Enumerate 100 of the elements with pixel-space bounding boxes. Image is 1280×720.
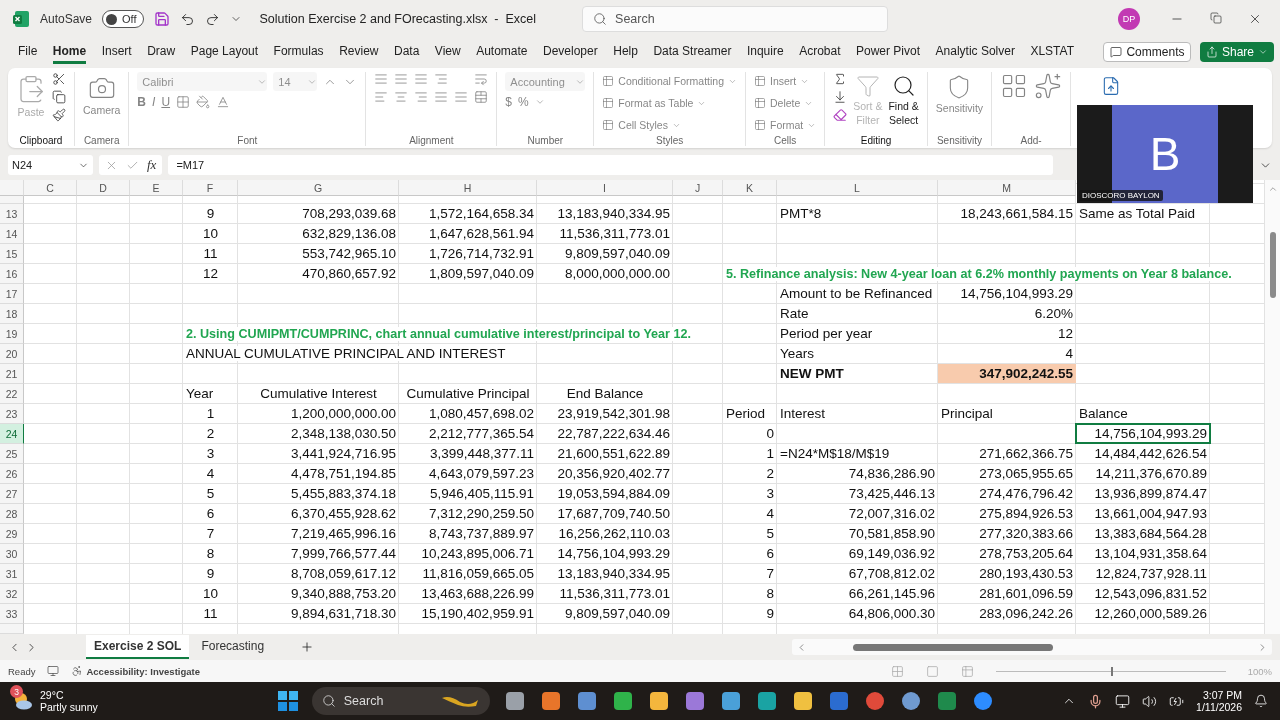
cell-text[interactable]: Year bbox=[186, 386, 214, 401]
cell[interactable]: 8,708,059,617.12 bbox=[238, 564, 399, 583]
ribbon-tab[interactable]: Analytic Solver bbox=[935, 40, 1015, 64]
ribbon-tab[interactable]: View bbox=[434, 40, 461, 64]
row-number[interactable]: 32 bbox=[0, 584, 24, 604]
row-number[interactable]: 31 bbox=[0, 564, 24, 584]
cell[interactable]: 4 bbox=[723, 504, 777, 523]
search-field[interactable]: Search bbox=[582, 6, 889, 32]
cell-text[interactable]: Balance bbox=[1079, 406, 1128, 421]
row-number[interactable]: 22 bbox=[0, 384, 24, 404]
ribbon-tab[interactable]: Help bbox=[613, 40, 638, 64]
cell[interactable]: 13,936,899,874.47 bbox=[1076, 484, 1210, 503]
cell[interactable]: 69,149,036.92 bbox=[777, 544, 938, 563]
cell[interactable]: 8,743,737,889.97 bbox=[399, 524, 537, 543]
cell[interactable]: 12 bbox=[938, 324, 1076, 343]
cell[interactable]: 72,007,316.02 bbox=[777, 504, 938, 523]
brush-icon[interactable] bbox=[52, 108, 66, 122]
clock-time[interactable]: 3:07 PM bbox=[1202, 689, 1242, 701]
row-number[interactable]: 21 bbox=[0, 364, 24, 384]
cell[interactable]: 3 bbox=[183, 444, 238, 463]
ribbon-tab[interactable]: Data Streamer bbox=[653, 40, 732, 64]
formula-field[interactable]: =M17 bbox=[168, 155, 1054, 175]
cell-text[interactable]: Rate bbox=[780, 306, 809, 321]
notification-icon[interactable] bbox=[1254, 694, 1268, 708]
cell[interactable]: 2 bbox=[723, 464, 777, 483]
cell[interactable]: 20,356,920,402.77 bbox=[537, 464, 673, 483]
column-header[interactable]: C bbox=[24, 180, 77, 196]
column-header[interactable]: J bbox=[673, 180, 723, 196]
cell[interactable]: 12,543,096,831.52 bbox=[1076, 584, 1210, 603]
cell[interactable]: 2 bbox=[183, 424, 238, 443]
cell[interactable]: 14,211,376,670.89 bbox=[1076, 464, 1210, 483]
font-color-icon[interactable] bbox=[216, 95, 231, 109]
microphone-icon[interactable] bbox=[1088, 693, 1104, 709]
row-number[interactable]: 27 bbox=[0, 484, 24, 504]
taskbar-app-icon[interactable] bbox=[863, 690, 886, 712]
column-header[interactable]: H bbox=[399, 180, 537, 196]
cell[interactable]: 13,183,940,334.95 bbox=[537, 564, 673, 583]
cell[interactable]: 5,946,405,115.91 bbox=[399, 484, 537, 503]
row-number[interactable]: 25 bbox=[0, 444, 24, 464]
cell[interactable]: 64,806,000.30 bbox=[777, 604, 938, 623]
cell[interactable]: 13,183,940,334.95 bbox=[537, 204, 673, 223]
cell[interactable]: 70,581,858.90 bbox=[777, 524, 938, 543]
borders-icon[interactable] bbox=[176, 95, 191, 109]
column-header[interactable]: K bbox=[723, 180, 777, 196]
cell[interactable]: 1 bbox=[723, 444, 777, 463]
cell[interactable]: 1,647,628,561.94 bbox=[399, 224, 537, 243]
taskbar-app-icon[interactable] bbox=[611, 690, 634, 712]
cell[interactable]: 9,809,597,040.09 bbox=[537, 604, 673, 623]
cell[interactable]: 17,687,709,740.50 bbox=[537, 504, 673, 523]
clock-date[interactable]: 1/11/2026 bbox=[1196, 701, 1242, 713]
cell[interactable]: 1,809,597,040.09 bbox=[399, 264, 537, 283]
cell[interactable]: 10 bbox=[183, 224, 238, 243]
ribbon-tab[interactable]: Draw bbox=[147, 40, 176, 64]
close-icon[interactable] bbox=[1248, 12, 1262, 26]
add-sheet-icon[interactable] bbox=[300, 640, 315, 654]
ribbon-tab[interactable]: Automate bbox=[476, 40, 528, 64]
comments-button[interactable]: Comments bbox=[1103, 42, 1192, 62]
row-number[interactable]: 20 bbox=[0, 344, 24, 364]
ribbon-tab[interactable]: Acrobat bbox=[799, 40, 841, 64]
cell[interactable]: 16,256,262,110.03 bbox=[537, 524, 673, 543]
zoom-slider-thumb[interactable] bbox=[1110, 666, 1113, 676]
vertical-scrollbar[interactable] bbox=[1265, 180, 1280, 634]
cell[interactable]: 11,536,311,773.01 bbox=[537, 224, 673, 243]
cell[interactable]: 15,190,402,959.91 bbox=[399, 604, 537, 623]
name-box[interactable]: N24 bbox=[8, 155, 93, 175]
ribbon-tab[interactable]: Review bbox=[339, 40, 379, 64]
cell[interactable]: 3 bbox=[723, 484, 777, 503]
cell[interactable]: 274,476,796.42 bbox=[938, 484, 1076, 503]
cell[interactable]: 13,463,688,226.99 bbox=[399, 584, 537, 603]
cell[interactable]: Cumulative Interest bbox=[238, 384, 399, 403]
cell[interactable]: 7 bbox=[183, 524, 238, 543]
cell-text[interactable]: ANNUAL CUMULATIVE PRINCIPAL AND INTEREST bbox=[186, 346, 506, 361]
cell[interactable]: 21,600,551,622.89 bbox=[537, 444, 673, 463]
column-header[interactable]: D bbox=[77, 180, 130, 196]
cell[interactable]: 5 bbox=[183, 484, 238, 503]
row-number[interactable]: 18 bbox=[0, 304, 24, 324]
cell-text[interactable]: Same as Total Paid bbox=[1079, 206, 1196, 221]
cell[interactable]: 281,601,096.59 bbox=[938, 584, 1076, 603]
cell[interactable]: 11 bbox=[183, 604, 238, 623]
row-number[interactable]: 24 bbox=[0, 424, 24, 444]
eraser-icon[interactable] bbox=[833, 108, 848, 122]
cell[interactable]: 470,860,657.92 bbox=[238, 264, 399, 283]
cell[interactable]: 7 bbox=[723, 564, 777, 583]
horizontal-scrollbar[interactable] bbox=[792, 639, 1272, 655]
fill-bucket-icon[interactable] bbox=[196, 95, 211, 109]
taskbar-search[interactable]: Search bbox=[311, 687, 490, 715]
cell[interactable]: 708,293,039.68 bbox=[238, 204, 399, 223]
save-icon[interactable] bbox=[153, 11, 170, 27]
cell[interactable]: 74,836,286.90 bbox=[777, 464, 938, 483]
cell[interactable]: Cumulative Principal bbox=[399, 384, 537, 403]
cell[interactable]: 9 bbox=[723, 604, 777, 623]
ribbon-tab[interactable]: Data bbox=[394, 40, 420, 64]
cell[interactable]: 19,053,594,884.09 bbox=[537, 484, 673, 503]
cell[interactable]: 1,572,164,658.34 bbox=[399, 204, 537, 223]
cell[interactable]: 9,809,597,040.09 bbox=[537, 244, 673, 263]
cell[interactable]: 5 bbox=[723, 524, 777, 543]
windows-grid-icon[interactable] bbox=[277, 691, 298, 711]
cell[interactable]: 23,919,542,301.98 bbox=[537, 404, 673, 423]
cell[interactable]: NEW PMT bbox=[777, 364, 938, 383]
share-button[interactable]: Share bbox=[1199, 42, 1274, 62]
